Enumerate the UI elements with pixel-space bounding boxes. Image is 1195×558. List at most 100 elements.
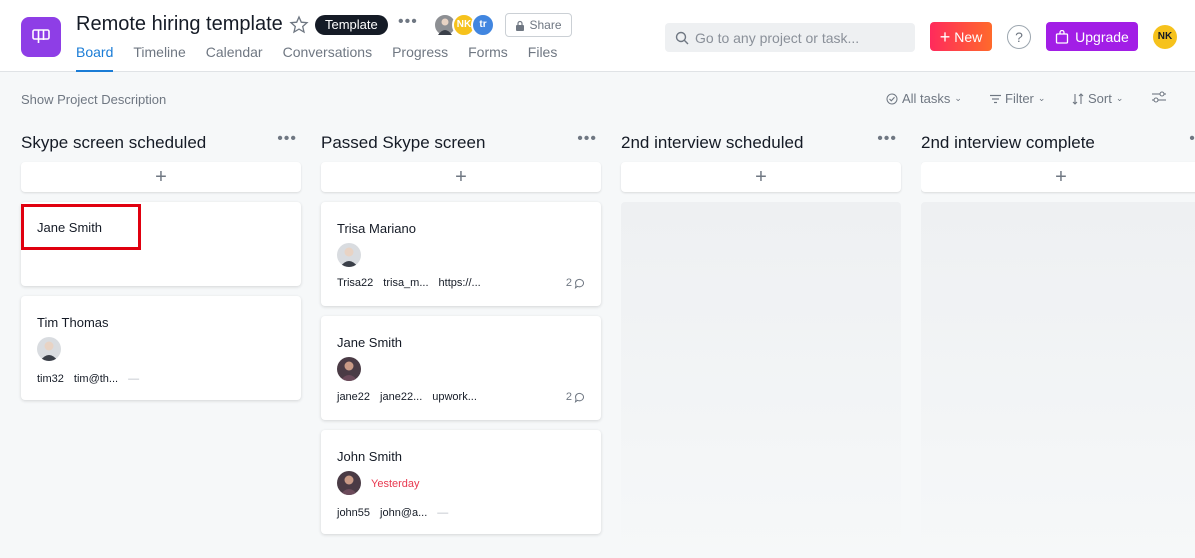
task-card[interactable]: Tim Thomas tim32 tim@th... — xyxy=(21,296,301,400)
filter-icon xyxy=(990,94,1001,103)
tab-forms[interactable]: Forms xyxy=(468,44,508,72)
assignee-avatar[interactable] xyxy=(337,357,361,381)
share-label: Share xyxy=(529,18,562,32)
custom-field-empty: — xyxy=(437,507,449,519)
new-label: New xyxy=(954,28,983,45)
column-title[interactable]: 2nd interview complete xyxy=(921,133,1095,153)
tab-files[interactable]: Files xyxy=(528,44,558,72)
task-custom-fields: jane22 jane22... upwork... xyxy=(337,391,477,403)
task-card[interactable]: Jane Smith xyxy=(21,202,301,286)
column-more-icon[interactable]: ••• xyxy=(1189,130,1195,148)
customize-icon[interactable] xyxy=(1152,91,1166,103)
search-icon xyxy=(675,31,689,44)
custom-field-value: jane22... xyxy=(380,391,423,403)
chevron-down-icon: ⌄ xyxy=(1037,93,1046,103)
plus-icon: + xyxy=(755,165,767,188)
help-button[interactable]: ? xyxy=(1007,25,1031,49)
custom-field-value: upwork... xyxy=(432,391,477,403)
custom-field-value: tim32 xyxy=(37,373,64,385)
comment-icon xyxy=(574,392,584,403)
task-card[interactable]: John Smith Yesterday john55 john@a... — xyxy=(321,430,601,534)
assignee-avatar[interactable] xyxy=(337,471,361,495)
custom-field-value: tim@th... xyxy=(73,373,119,385)
board-column: Skype screen scheduled ••• + Jane Smith … xyxy=(21,130,301,530)
sort-icon xyxy=(1072,92,1084,105)
comment-count-value: 2 xyxy=(565,277,572,289)
all-tasks-label: All tasks xyxy=(902,91,951,106)
column-more-icon[interactable]: ••• xyxy=(277,130,297,148)
upgrade-label: Upgrade xyxy=(1075,28,1129,45)
new-button[interactable]: + New xyxy=(930,22,992,51)
filter-label: Filter xyxy=(1005,91,1034,106)
share-button[interactable]: Share xyxy=(505,13,572,37)
chevron-down-icon: ⌄ xyxy=(1115,93,1124,103)
add-task-button[interactable]: + xyxy=(921,162,1195,192)
task-name[interactable]: Jane Smith xyxy=(337,335,402,350)
task-card[interactable]: Trisa Mariano Trisa22 trisa_m... https:/… xyxy=(321,202,601,306)
project-members[interactable]: NK tr xyxy=(433,13,503,37)
tab-progress[interactable]: Progress xyxy=(392,44,448,72)
project-board-icon[interactable] xyxy=(21,17,61,57)
upgrade-button[interactable]: Upgrade xyxy=(1046,22,1138,51)
custom-field-value: trisa_m... xyxy=(383,277,429,289)
search-bar[interactable] xyxy=(665,23,915,52)
filter-dropdown[interactable]: Filter ⌄ xyxy=(990,91,1045,106)
custom-field-value: john55 xyxy=(337,507,371,519)
task-card[interactable]: Jane Smith jane22 jane22... upwork... 2 xyxy=(321,316,601,420)
project-more-icon[interactable]: ••• xyxy=(398,13,418,31)
plus-icon: + xyxy=(1055,165,1067,188)
search-input[interactable] xyxy=(695,29,905,46)
custom-field-empty: — xyxy=(128,373,140,385)
add-task-button[interactable]: + xyxy=(21,162,301,192)
project-tabs: Board Timeline Calendar Conversations Pr… xyxy=(76,44,557,72)
project-title[interactable]: Remote hiring template xyxy=(76,13,283,36)
tab-timeline[interactable]: Timeline xyxy=(133,44,185,72)
gift-icon xyxy=(1055,29,1069,44)
due-date[interactable]: Yesterday xyxy=(371,478,420,490)
board-column: Passed Skype screen ••• + Trisa Mariano … xyxy=(321,130,601,550)
task-name[interactable]: John Smith xyxy=(337,449,402,464)
assignee-avatar[interactable] xyxy=(337,243,361,267)
sort-dropdown[interactable]: Sort ⌄ xyxy=(1072,91,1123,106)
plus-icon: + xyxy=(939,26,951,47)
task-custom-fields: Trisa22 trisa_m... https://... xyxy=(337,277,481,289)
comment-count[interactable]: 2 xyxy=(566,391,585,403)
add-task-button[interactable]: + xyxy=(321,162,601,192)
task-name[interactable]: Jane Smith xyxy=(37,220,102,235)
template-badge: Template xyxy=(315,15,388,35)
show-description-link[interactable]: Show Project Description xyxy=(21,92,166,107)
custom-field-value: Trisa22 xyxy=(337,277,374,289)
empty-column-area xyxy=(921,202,1195,550)
comment-icon xyxy=(574,278,584,289)
member-avatar[interactable]: tr xyxy=(471,13,495,37)
column-more-icon[interactable]: ••• xyxy=(877,130,897,148)
check-circle-icon xyxy=(886,93,898,104)
tab-board[interactable]: Board xyxy=(76,44,114,72)
all-tasks-dropdown[interactable]: All tasks ⌄ xyxy=(886,91,962,106)
board-column: 2nd interview complete ••• + xyxy=(921,130,1195,550)
column-title[interactable]: Passed Skype screen xyxy=(321,133,485,153)
custom-field-value: john@a... xyxy=(380,507,428,519)
task-custom-fields: john55 john@a... — xyxy=(337,507,448,519)
custom-field-value: https://... xyxy=(438,277,481,289)
task-name[interactable]: Tim Thomas xyxy=(37,315,109,330)
assignee-avatar[interactable] xyxy=(37,337,61,361)
column-title[interactable]: 2nd interview scheduled xyxy=(621,133,803,153)
sort-label: Sort xyxy=(1088,91,1112,106)
tab-calendar[interactable]: Calendar xyxy=(206,44,263,72)
add-task-button[interactable]: + xyxy=(621,162,901,192)
task-custom-fields: tim32 tim@th... — xyxy=(37,373,139,385)
task-name[interactable]: Trisa Mariano xyxy=(337,221,416,236)
chevron-down-icon: ⌄ xyxy=(954,93,962,103)
user-avatar[interactable]: NK xyxy=(1153,25,1177,49)
custom-field-value: jane22 xyxy=(337,391,371,403)
star-icon[interactable] xyxy=(289,15,309,35)
tab-conversations[interactable]: Conversations xyxy=(283,44,373,72)
lock-icon xyxy=(516,20,525,31)
comment-count-value: 2 xyxy=(565,391,572,403)
column-more-icon[interactable]: ••• xyxy=(577,130,597,148)
board-column: 2nd interview scheduled ••• + xyxy=(621,130,901,558)
empty-column-area xyxy=(621,202,901,558)
column-title[interactable]: Skype screen scheduled xyxy=(21,133,206,153)
comment-count[interactable]: 2 xyxy=(566,277,585,289)
